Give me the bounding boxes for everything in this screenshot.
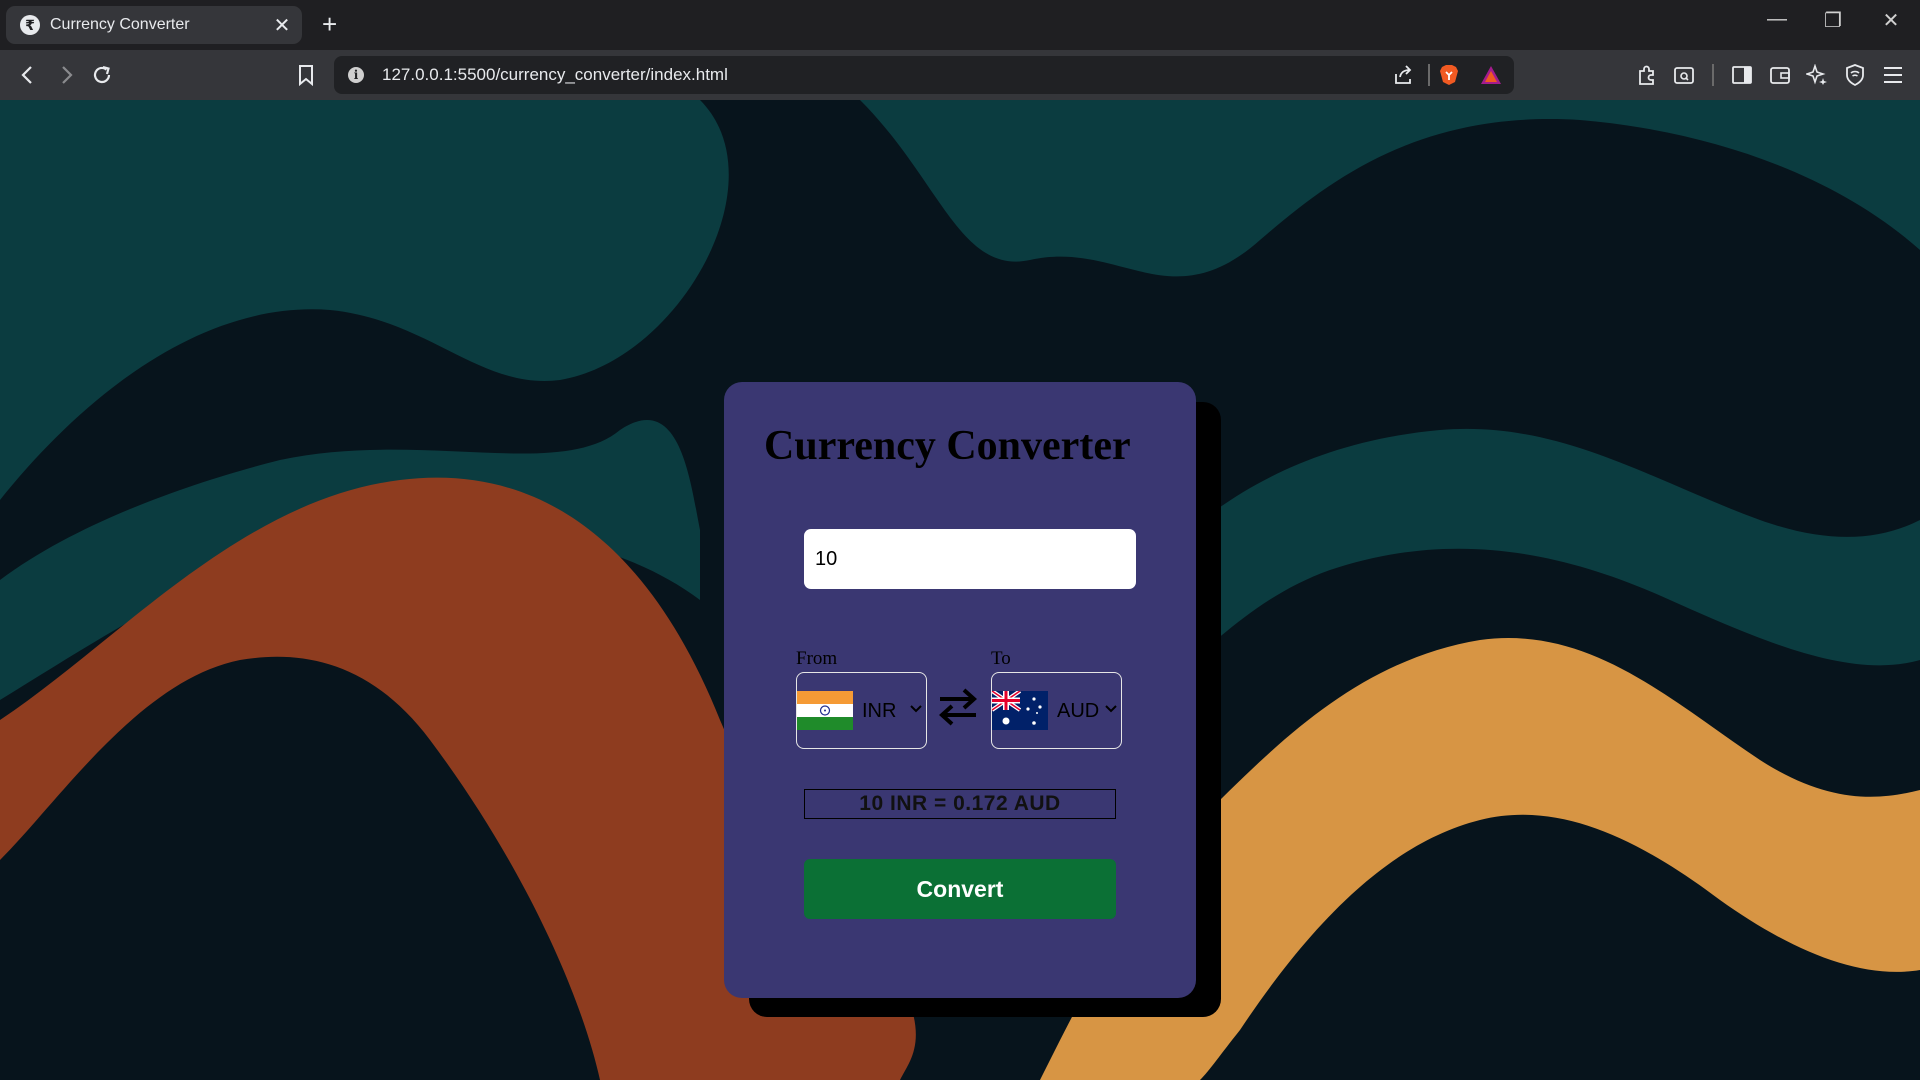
- chevron-down-icon: [910, 703, 922, 717]
- australia-flag-icon: [992, 691, 1048, 730]
- back-icon[interactable]: [14, 50, 42, 100]
- address-bar[interactable]: i 127.0.0.1:5500/currency_converter/inde…: [334, 56, 1514, 94]
- convert-button[interactable]: Convert: [804, 859, 1116, 919]
- reload-icon[interactable]: [88, 50, 116, 100]
- from-currency-select[interactable]: INR: [796, 672, 927, 749]
- chevron-down-icon: [1105, 703, 1117, 717]
- rupee-favicon-icon: ₹: [20, 15, 40, 35]
- share-icon[interactable]: [1388, 56, 1418, 94]
- converter-card: Currency Converter From To INR: [724, 382, 1196, 998]
- bookmark-icon[interactable]: [294, 50, 318, 100]
- brave-shield-icon[interactable]: [1434, 56, 1464, 94]
- from-label: From: [796, 648, 838, 669]
- swap-arrows-icon[interactable]: [936, 685, 980, 729]
- from-currency-code: INR: [862, 700, 897, 722]
- to-currency-select[interactable]: AUD: [991, 672, 1122, 749]
- vpn-icon[interactable]: [1841, 50, 1869, 100]
- close-window-icon[interactable]: ✕: [1871, 8, 1911, 33]
- forward-icon[interactable]: [52, 50, 80, 100]
- leo-ai-icon[interactable]: [1803, 50, 1831, 100]
- page-viewport: Currency Converter From To INR: [0, 100, 1920, 1080]
- url-text[interactable]: 127.0.0.1:5500/currency_converter/index.…: [382, 65, 728, 85]
- omnibox-divider: [1428, 56, 1430, 94]
- sidebar-icon[interactable]: [1728, 50, 1756, 100]
- brave-rewards-icon[interactable]: [1476, 56, 1506, 94]
- conversion-result: 10 INR = 0.172 AUD: [804, 789, 1116, 819]
- tab-currency-converter[interactable]: ₹ Currency Converter ✕: [6, 6, 302, 44]
- amount-input[interactable]: [804, 529, 1136, 589]
- extensions-icon[interactable]: [1633, 50, 1661, 100]
- to-currency-code: AUD: [1057, 700, 1100, 722]
- to-label: To: [991, 648, 1011, 669]
- site-info-icon[interactable]: i: [348, 67, 364, 83]
- menu-icon[interactable]: [1879, 50, 1907, 100]
- page-title: Currency Converter: [764, 423, 1131, 469]
- tab-strip: ₹ Currency Converter ✕ + — ❐ ✕: [0, 0, 1920, 50]
- tab-search-icon[interactable]: [1670, 50, 1698, 100]
- restore-icon[interactable]: ❐: [1813, 8, 1853, 33]
- india-flag-icon: [797, 691, 853, 730]
- new-tab-icon[interactable]: +: [322, 9, 337, 39]
- close-tab-icon[interactable]: ✕: [268, 13, 296, 38]
- toolbar-divider: [1710, 50, 1716, 100]
- browser-toolbar: i 127.0.0.1:5500/currency_converter/inde…: [0, 50, 1920, 100]
- tab-title: Currency Converter: [50, 16, 190, 33]
- wallet-icon[interactable]: [1766, 50, 1794, 100]
- minimize-icon[interactable]: —: [1757, 8, 1797, 31]
